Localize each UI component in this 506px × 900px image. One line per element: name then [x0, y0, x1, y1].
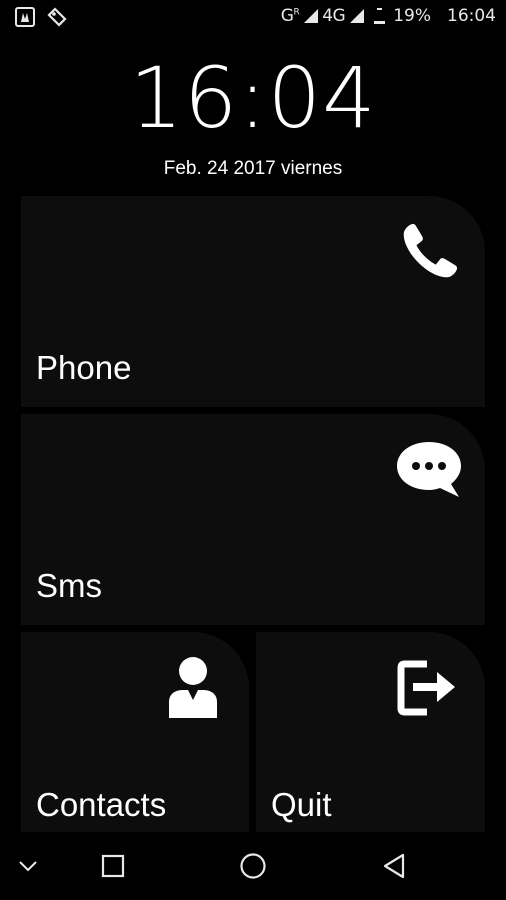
collapse-icon[interactable]: [17, 858, 39, 874]
tag-icon: [47, 7, 67, 27]
status-indicators: GR 4G 19% 16:04: [281, 6, 496, 26]
contacts-tile[interactable]: Contacts: [21, 632, 249, 832]
quit-tile[interactable]: Quit: [256, 632, 485, 832]
phone-icon: [403, 223, 458, 278]
usb-debug-icon: [15, 7, 35, 27]
battery-icon: [374, 8, 386, 24]
signal-icon: [304, 9, 319, 23]
status-bar: GR 4G 19% 16:04: [0, 0, 506, 36]
quit-label: Quit: [271, 786, 332, 823]
phone-label: Phone: [36, 349, 132, 386]
exit-icon: [397, 660, 455, 716]
home-icon[interactable]: [239, 852, 267, 880]
status-time: 16:04: [447, 6, 496, 26]
network-type-2: 4G: [322, 6, 346, 26]
notification-icons: [14, 6, 68, 28]
clock-date: Feb. 24 2017 viernes: [163, 158, 343, 179]
back-icon[interactable]: [381, 852, 407, 880]
signal-icon-2: [350, 9, 365, 23]
network-type-1: GR: [280, 6, 300, 26]
phone-tile[interactable]: Phone: [21, 196, 485, 407]
navigation-bar: [0, 836, 506, 900]
clock-time: 16:04: [129, 49, 377, 147]
sms-tile[interactable]: Sms: [21, 414, 485, 625]
contacts-label: Contacts: [36, 786, 167, 823]
recents-icon[interactable]: [100, 853, 126, 879]
chat-bubble-icon: [397, 442, 461, 497]
sms-label: Sms: [36, 567, 102, 604]
battery-percent: 19%: [393, 6, 431, 26]
person-icon: [169, 657, 217, 718]
